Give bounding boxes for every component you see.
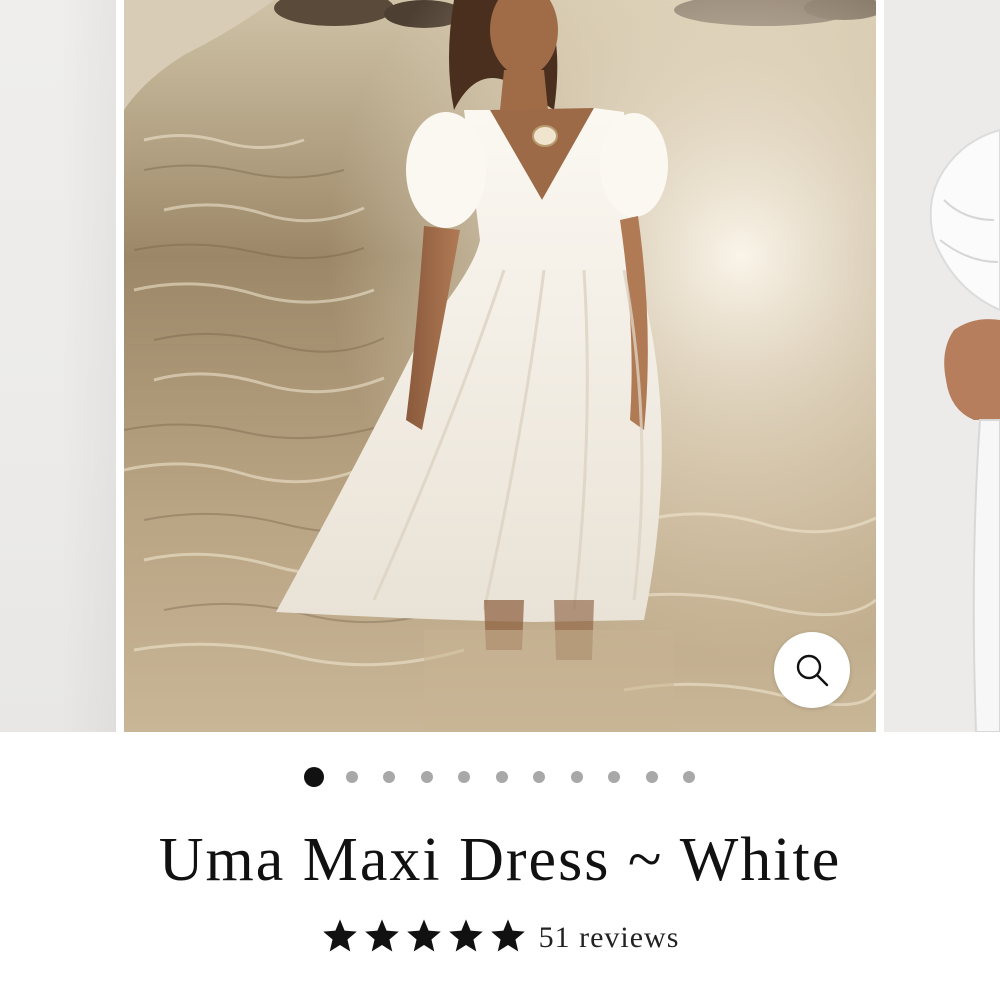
pagination-dot[interactable] bbox=[420, 771, 433, 783]
star-icon bbox=[448, 919, 483, 952]
pagination-dot[interactable] bbox=[458, 771, 470, 783]
pagination-dot[interactable] bbox=[533, 771, 545, 783]
slide-shadow bbox=[60, 0, 116, 732]
next-product-photo bbox=[884, 0, 1000, 732]
star-icon bbox=[406, 919, 441, 952]
pagination-dot[interactable] bbox=[383, 771, 395, 783]
star-icon bbox=[322, 919, 357, 952]
main-product-image[interactable] bbox=[124, 0, 876, 732]
pagination-dot-active[interactable] bbox=[304, 767, 324, 787]
pagination-dot[interactable] bbox=[683, 771, 695, 783]
star-icon bbox=[490, 919, 525, 952]
product-photo bbox=[124, 0, 876, 732]
star-icon bbox=[364, 919, 399, 952]
zoom-button[interactable] bbox=[774, 632, 850, 708]
pagination-dot[interactable] bbox=[570, 771, 583, 783]
next-slide-peek[interactable] bbox=[884, 0, 1000, 732]
star-rating bbox=[321, 917, 527, 955]
pagination-dot[interactable] bbox=[495, 771, 508, 783]
product-page: Uma Maxi Dress ~ White 51 reviews bbox=[0, 0, 1000, 1000]
product-title: Uma Maxi Dress ~ White bbox=[158, 826, 842, 894]
pagination-dot[interactable] bbox=[608, 771, 620, 783]
previous-slide-peek[interactable] bbox=[0, 0, 116, 732]
product-image-carousel[interactable] bbox=[0, 0, 1000, 732]
pagination-dot[interactable] bbox=[345, 771, 358, 783]
pagination-dot[interactable] bbox=[645, 771, 658, 783]
search-icon bbox=[796, 654, 829, 687]
product-rating[interactable]: 51 reviews bbox=[0, 914, 1000, 958]
carousel-pagination[interactable] bbox=[0, 766, 1000, 788]
reviews-link[interactable]: 51 reviews bbox=[539, 914, 680, 958]
